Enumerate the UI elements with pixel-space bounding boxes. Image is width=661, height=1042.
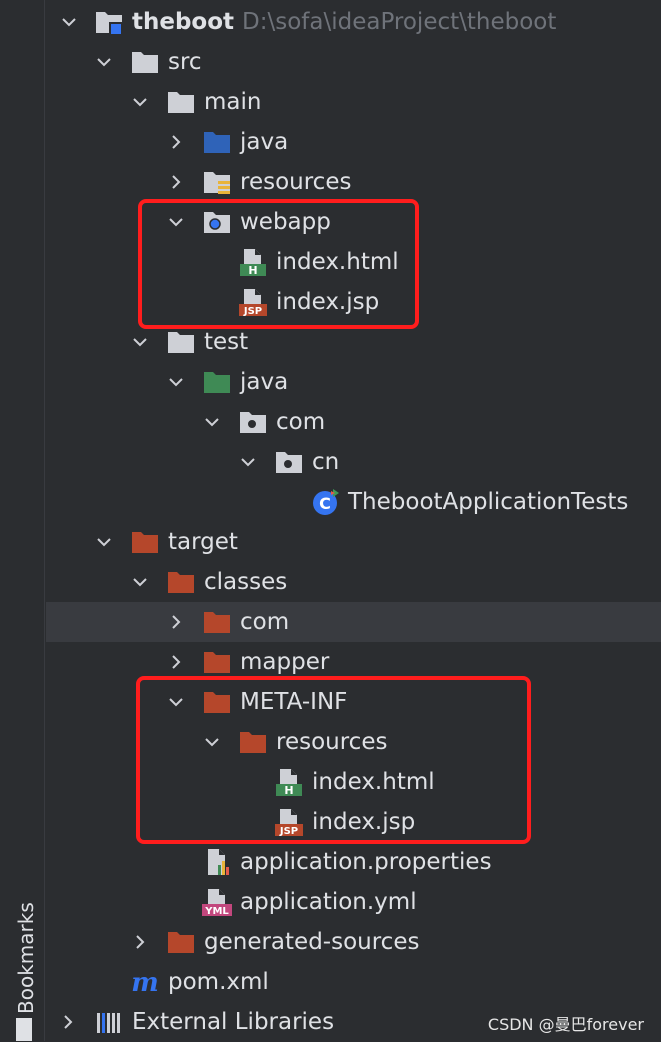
chevron-right-icon[interactable] xyxy=(129,931,151,953)
chevron-down-icon[interactable] xyxy=(129,571,151,593)
tree-row-theboot[interactable]: theboot D:\sofa\ideaProject\theboot xyxy=(46,2,661,42)
excluded-folder-icon xyxy=(166,567,196,597)
chevron-right-icon[interactable] xyxy=(57,1011,79,1033)
tree-label: pom.xml xyxy=(168,969,269,995)
resources-folder-icon xyxy=(202,167,232,197)
module-folder-icon xyxy=(94,7,124,37)
chevron-down-icon[interactable] xyxy=(129,91,151,113)
tree-row-main-java[interactable]: java xyxy=(46,122,661,162)
maven-icon: m xyxy=(130,967,160,997)
test-source-folder-icon xyxy=(202,367,232,397)
tree-row-application-yml[interactable]: YML application.yml xyxy=(46,882,661,922)
svg-text:YML: YML xyxy=(204,906,229,917)
chevron-down-icon[interactable] xyxy=(129,331,151,353)
svg-text:C: C xyxy=(319,494,331,513)
tree-label: com xyxy=(276,409,326,435)
tree-label: External Libraries xyxy=(132,1009,335,1035)
project-tree[interactable]: theboot D:\sofa\ideaProject\theboot src … xyxy=(46,0,661,1041)
highlight-box-meta-inf xyxy=(136,676,531,844)
excluded-folder-icon xyxy=(202,647,232,677)
tree-label: resources xyxy=(240,169,352,195)
java-class-icon: C xyxy=(310,487,340,517)
tree-row-target[interactable]: target xyxy=(46,522,661,562)
bookmarks-sidebar[interactable]: Bookmarks xyxy=(0,0,45,1041)
tree-row-classes[interactable]: classes xyxy=(46,562,661,602)
tree-row-application-properties[interactable]: application.properties xyxy=(46,842,661,882)
tree-row-com[interactable]: com xyxy=(46,402,661,442)
tree-label: main xyxy=(204,89,262,115)
watermark: CSDN @曼巴forever xyxy=(487,1015,644,1034)
excluded-folder-icon xyxy=(166,927,196,957)
project-name: theboot xyxy=(132,9,235,35)
tree-label: application.yml xyxy=(240,889,417,915)
bookmarks-label[interactable]: Bookmarks xyxy=(14,902,38,1014)
chevron-down-icon[interactable] xyxy=(93,51,115,73)
tree-label: classes xyxy=(204,569,288,595)
package-icon xyxy=(274,447,304,477)
tree-row-test-java[interactable]: java xyxy=(46,362,661,402)
tree-row-resources[interactable]: resources xyxy=(46,162,661,202)
yml-file-icon: YML xyxy=(202,887,232,917)
tree-label: java xyxy=(240,129,289,155)
tree-label: ThebootApplicationTests xyxy=(348,489,629,515)
tree-row-cn[interactable]: cn xyxy=(46,442,661,482)
excluded-folder-icon xyxy=(202,607,232,637)
highlight-box-webapp xyxy=(138,199,419,329)
tree-row-main[interactable]: main xyxy=(46,82,661,122)
tree-label: java xyxy=(240,369,289,395)
chevron-down-icon[interactable] xyxy=(93,531,115,553)
project-path: D:\sofa\ideaProject\theboot xyxy=(242,9,557,35)
chevron-down-icon[interactable] xyxy=(201,411,223,433)
excluded-folder-icon xyxy=(130,527,160,557)
chevron-right-icon[interactable] xyxy=(165,171,187,193)
source-folder-icon xyxy=(202,127,232,157)
folder-icon xyxy=(166,87,196,117)
folder-icon xyxy=(130,47,160,77)
tree-row-test-class[interactable]: C ThebootApplicationTests xyxy=(46,482,661,522)
tree-row-generated-sources[interactable]: generated-sources xyxy=(46,922,661,962)
tree-row-src[interactable]: src xyxy=(46,42,661,82)
chevron-down-icon[interactable] xyxy=(237,451,259,473)
tree-label: generated-sources xyxy=(204,929,420,955)
svg-text:m: m xyxy=(131,968,159,997)
tree-row-pom[interactable]: m pom.xml xyxy=(46,962,661,1002)
package-icon xyxy=(238,407,268,437)
chevron-right-icon[interactable] xyxy=(165,611,187,633)
libraries-icon xyxy=(94,1007,124,1037)
chevron-right-icon[interactable] xyxy=(165,651,187,673)
tree-label: cn xyxy=(312,449,340,475)
chevron-down-icon[interactable] xyxy=(58,11,80,33)
tree-label: com xyxy=(240,609,290,635)
tree-row-classes-com[interactable]: com xyxy=(46,602,661,642)
tree-label: target xyxy=(168,529,238,555)
bookmarks-marker xyxy=(16,1018,32,1041)
properties-file-icon xyxy=(202,847,232,877)
folder-icon xyxy=(166,327,196,357)
tree-label: src xyxy=(168,49,202,75)
tree-label: application.properties xyxy=(240,849,492,875)
chevron-right-icon[interactable] xyxy=(165,131,187,153)
chevron-down-icon[interactable] xyxy=(165,371,187,393)
